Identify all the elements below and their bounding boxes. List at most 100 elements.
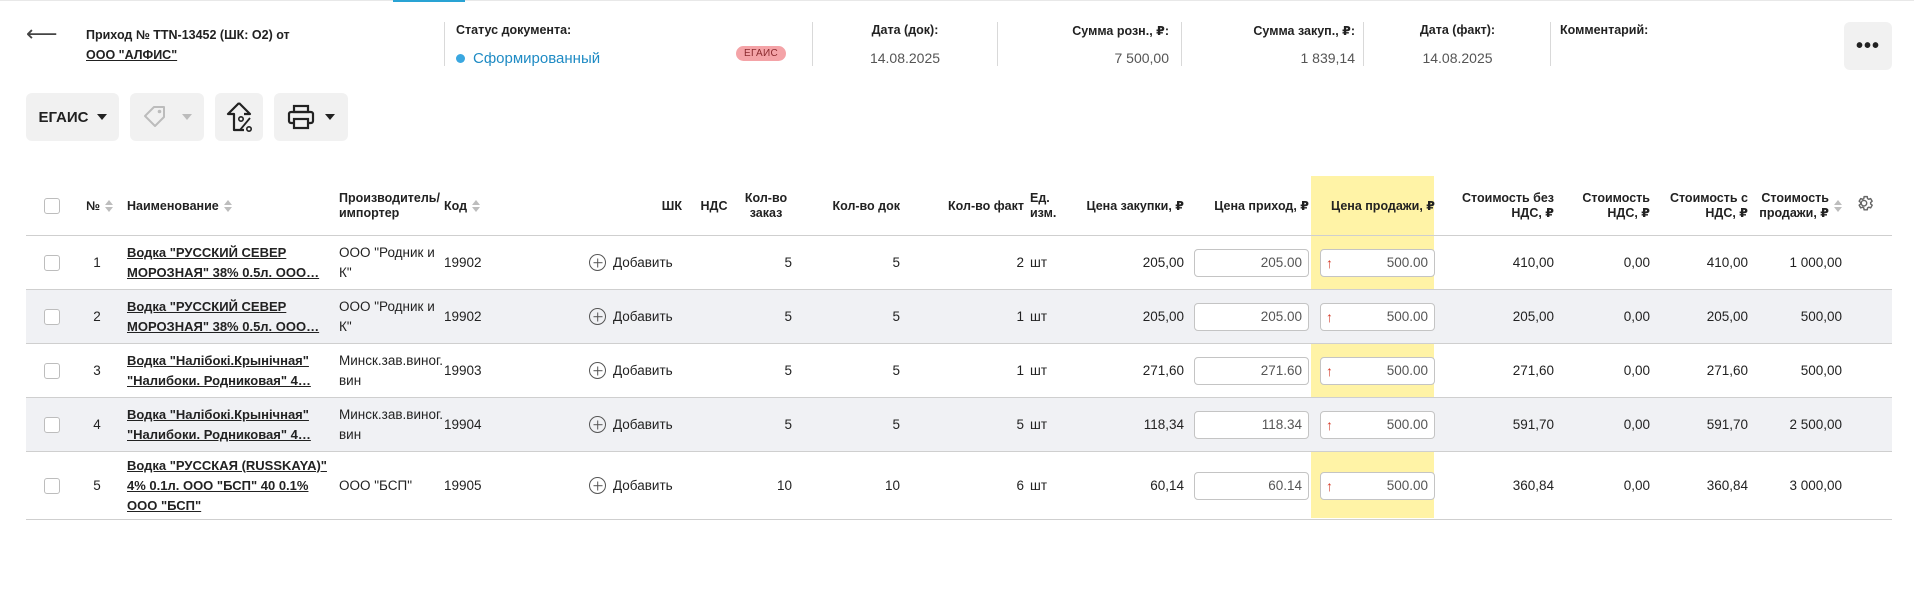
comment-block[interactable]: Комментарий: <box>1560 23 1820 41</box>
add-barcode-button[interactable]: Добавить <box>589 362 673 379</box>
row-qty-order: 5 <box>784 363 792 378</box>
table-row: 2 Водка "РУССКИЙ СЕВЕР МОРОЗНАЯ" 38% 0.5л… <box>26 290 1892 344</box>
add-barcode-button[interactable]: Добавить <box>589 254 673 271</box>
row-cost-no-vat: 205,00 <box>1512 309 1554 324</box>
col-sale-cost[interactable]: Стоимость продажи, ₽ <box>1748 176 1842 236</box>
row-qty-fact: 1 <box>1016 363 1024 378</box>
product-name-link[interactable]: Водка "РУССКИЙ СЕВЕР МОРОЗНАЯ" 38% 0.5л.… <box>127 243 332 283</box>
table-row: 3 Водка "Налібокі.Крынічная" "Налибоки. Р… <box>26 344 1892 398</box>
row-producer-cell: ООО "Родник и К" <box>339 236 443 289</box>
row-select-cell <box>44 236 64 289</box>
row-vat-cost: 0,00 <box>1623 363 1650 378</box>
items-table: № Наименование Производитель/импортер Ко… <box>26 176 1892 520</box>
row-add-barcode-cell: Добавить <box>589 452 689 519</box>
sale-price-input[interactable] <box>1320 356 1435 385</box>
col-barcode-label: ШК <box>661 198 682 213</box>
supplier-link[interactable]: ООО "АЛФИС" <box>86 45 416 65</box>
col-sale-price: Цена продажи, ₽ <box>1311 176 1435 236</box>
add-barcode-button[interactable]: Добавить <box>589 308 673 325</box>
tag-dropdown-button[interactable] <box>130 93 204 141</box>
product-name-link[interactable]: Водка "Налібокі.Крынічная" "Налибоки. Ро… <box>127 351 332 391</box>
income-price-input[interactable] <box>1194 410 1309 439</box>
row-purchase-price-cell: 205,00 <box>1078 290 1184 343</box>
back-arrow-icon[interactable]: ⟵ <box>26 22 58 46</box>
row-qty-doc: 5 <box>892 309 900 324</box>
add-barcode-label: Добавить <box>613 478 673 493</box>
row-vat-cost-cell: 0,00 <box>1556 398 1650 451</box>
row-purchase-price: 60,14 <box>1150 478 1184 493</box>
egais-dropdown-button[interactable]: ЕГАИС <box>26 93 119 141</box>
price-up-arrow-icon: ↑ <box>1326 254 1333 271</box>
row-unit-cell: шт <box>1030 452 1074 519</box>
plus-circle-icon <box>589 254 606 271</box>
income-price-input[interactable] <box>1194 471 1309 500</box>
sale-price-input[interactable] <box>1320 410 1435 439</box>
row-num-cell: 2 <box>86 290 126 343</box>
product-name-link[interactable]: Водка "РУССКАЯ (RUSSKAYA)" 4% 0.1л. ООО … <box>127 456 332 516</box>
row-name-cell: Водка "РУССКАЯ (RUSSKAYA)" 4% 0.1л. ООО … <box>127 452 332 519</box>
sale-price-field: ↑ <box>1320 248 1435 277</box>
row-purchase-price-cell: 60,14 <box>1078 452 1184 519</box>
col-producer: Производитель/импортер <box>339 176 443 236</box>
row-unit-cell: шт <box>1030 344 1074 397</box>
row-cost-with-vat: 591,70 <box>1706 417 1748 432</box>
row-qty-doc-cell: 5 <box>806 398 900 451</box>
row-checkbox[interactable] <box>44 477 60 494</box>
row-num: 5 <box>93 478 101 493</box>
producer-text: ООО "Родник и К" <box>339 298 435 334</box>
add-barcode-button[interactable]: Добавить <box>589 477 673 494</box>
producer-text: Минск.зав.виног.вин <box>339 352 443 388</box>
row-cost-with-vat: 360,84 <box>1706 478 1748 493</box>
row-qty-fact-cell: 1 <box>916 290 1024 343</box>
row-qty-order-cell: 5 <box>740 398 792 451</box>
row-cost-no-vat-cell: 271,60 <box>1444 344 1554 397</box>
col-cost-with-vat: Стоимость с НДС, ₽ <box>1650 176 1748 236</box>
row-producer-cell: ООО "Родник и К" <box>339 290 443 343</box>
date-fact-block: Дата (факт): 14.08.2025 <box>1370 23 1545 66</box>
price-markup-button[interactable] <box>215 93 263 141</box>
row-code-cell: 19903 <box>444 344 504 397</box>
row-checkbox[interactable] <box>44 308 60 325</box>
income-price-input[interactable] <box>1194 356 1309 385</box>
row-select-cell <box>44 290 64 343</box>
product-name-link[interactable]: Водка "РУССКИЙ СЕВЕР МОРОЗНАЯ" 38% 0.5л.… <box>127 297 332 337</box>
chevron-down-icon <box>96 114 107 120</box>
add-barcode-button[interactable]: Добавить <box>589 416 673 433</box>
add-barcode-label: Добавить <box>613 255 673 270</box>
row-cost-no-vat-cell: 591,70 <box>1444 398 1554 451</box>
row-income-price-cell <box>1191 398 1309 451</box>
row-checkbox[interactable] <box>44 362 60 379</box>
add-barcode-label: Добавить <box>613 417 673 432</box>
row-checkbox[interactable] <box>44 254 60 271</box>
row-checkbox[interactable] <box>44 416 60 433</box>
income-price-input[interactable] <box>1194 302 1309 331</box>
print-dropdown-button[interactable] <box>274 93 348 141</box>
sale-price-input[interactable] <box>1320 471 1435 500</box>
document-title-text: Приход № TTN-13452 (ШК: O2) от <box>86 28 290 42</box>
row-unit: шт <box>1030 417 1048 432</box>
col-name[interactable]: Наименование <box>127 176 277 236</box>
row-producer-cell: Минск.зав.виног.вин <box>339 344 443 397</box>
sum-retail-label: Сумма розн., ₽: <box>1072 24 1169 38</box>
product-name-link[interactable]: Водка "Налібокі.Крынічная" "Налибоки. Ро… <box>127 405 332 445</box>
income-price-input[interactable] <box>1194 248 1309 277</box>
row-cost-with-vat-cell: 410,00 <box>1650 236 1748 289</box>
col-code[interactable]: Код <box>444 176 504 236</box>
gear-icon[interactable] <box>1856 194 1874 212</box>
producer-text: ООО "Родник и К" <box>339 244 435 280</box>
sale-price-input[interactable] <box>1320 248 1435 277</box>
chevron-down-icon <box>325 114 335 120</box>
row-purchase-price: 205,00 <box>1142 309 1184 324</box>
col-qty-fact-label: Кол-во факт <box>948 198 1024 213</box>
sale-price-input[interactable] <box>1320 302 1435 331</box>
more-options-button[interactable]: ••• <box>1844 22 1892 70</box>
row-qty-doc-cell: 5 <box>806 344 900 397</box>
row-name-cell: Водка "РУССКИЙ СЕВЕР МОРОЗНАЯ" 38% 0.5л.… <box>127 290 332 343</box>
col-num[interactable]: № <box>86 176 126 236</box>
select-all-checkbox[interactable] <box>44 198 60 214</box>
row-cost-with-vat-cell: 360,84 <box>1650 452 1748 519</box>
row-sale-cost-cell: 500,00 <box>1748 290 1842 343</box>
table-row: 1 Водка "РУССКИЙ СЕВЕР МОРОЗНАЯ" 38% 0.5л… <box>26 236 1892 290</box>
header-divider <box>997 22 998 66</box>
col-vat-label: НДС <box>700 198 728 213</box>
